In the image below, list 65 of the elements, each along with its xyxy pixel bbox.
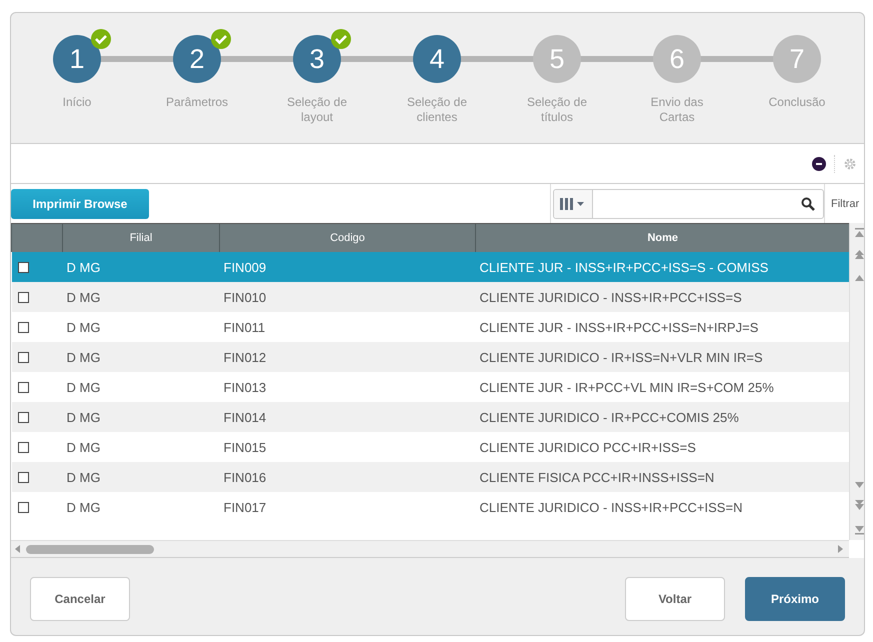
table-cell: FIN013 (220, 372, 476, 402)
row-checkbox[interactable] (18, 262, 28, 272)
column-header[interactable]: Codigo (220, 224, 476, 252)
table-cell: D MG (62, 402, 220, 432)
table-cell: FIN011 (220, 312, 476, 342)
table-cell: D MG (62, 432, 220, 462)
print-button[interactable]: Imprimir Browse (11, 188, 149, 218)
cancel-button[interactable]: Cancelar (30, 577, 130, 621)
row-checkbox[interactable] (18, 442, 28, 452)
table-cell: FIN015 (220, 432, 476, 462)
table-cell: CLIENTE FISICA PCC+IR+INSS+ISS=N (476, 462, 850, 492)
table-cell: FIN010 (220, 282, 476, 312)
checkmark-icon (91, 29, 111, 49)
step-label: Seleção de clientes (406, 95, 468, 125)
table-cell: D MG (62, 282, 220, 312)
checkmark-icon (331, 29, 351, 49)
search-icon[interactable] (801, 196, 815, 210)
table-cell: D MG (62, 342, 220, 372)
step-label: Envio das Cartas (650, 95, 704, 125)
table-cell: CLIENTE JURIDICO - IR+ISS=N+VLR MIN IR=S (476, 342, 850, 372)
table-cell: FIN012 (220, 342, 476, 372)
step-number: 7 (789, 46, 805, 72)
search-field[interactable] (553, 188, 824, 218)
row-checkbox[interactable] (18, 382, 28, 392)
step-label: Conclusão (768, 95, 826, 110)
step-number: 2 (189, 46, 205, 72)
columns-icon (560, 198, 586, 210)
table-cell: CLIENTE JUR - INSS+IR+PCC+ISS=N+IRPJ=S (476, 312, 850, 342)
table-cell: FIN017 (220, 492, 476, 522)
column-header[interactable]: Nome (476, 224, 850, 252)
table-cell: D MG (62, 372, 220, 402)
step-number: 3 (309, 46, 325, 72)
row-checkbox[interactable] (18, 352, 28, 362)
table-cell: D MG (62, 252, 220, 282)
table-cell: CLIENTE JURIDICO - INSS+IR+PCC+ISS=N (476, 492, 850, 522)
next-button[interactable]: Próximo (745, 577, 845, 621)
table-cell: FIN014 (220, 402, 476, 432)
table-cell: FIN016 (220, 462, 476, 492)
row-checkbox[interactable] (18, 412, 28, 422)
step-label: Seleção de layout (286, 95, 348, 125)
step-number: 6 (669, 46, 685, 72)
step-label: Parâmetros (164, 95, 230, 110)
checkmark-icon (211, 29, 231, 49)
back-button[interactable]: Voltar (625, 577, 725, 621)
row-checkbox[interactable] (18, 472, 28, 482)
row-checkbox[interactable] (18, 292, 28, 302)
step-number: 5 (549, 46, 565, 72)
step-number: 1 (69, 46, 85, 72)
row-checkbox[interactable] (18, 322, 28, 332)
table-cell: D MG (62, 492, 220, 522)
step-label: Seleção de títulos (526, 95, 588, 125)
column-header[interactable]: Filial (62, 224, 220, 252)
row-checkbox[interactable] (18, 502, 28, 512)
table-cell: FIN009 (220, 252, 476, 282)
table-cell: CLIENTE JURIDICO PCC+IR+ISS=S (476, 432, 850, 462)
step-label: Início (62, 95, 92, 110)
table-cell: CLIENTE JURIDICO - IR+PCC+COMIS 25% (476, 402, 850, 432)
columns-dropdown[interactable] (554, 190, 593, 218)
table-cell: CLIENTE JUR - IR+PCC+VL MIN IR=S+COM 25% (476, 372, 850, 402)
table-cell: D MG (62, 462, 220, 492)
status-icon[interactable] (812, 156, 826, 170)
table-cell: D MG (62, 312, 220, 342)
step-number: 4 (429, 46, 445, 72)
table-cell: CLIENTE JUR - INSS+IR+PCC+ISS=S - COMISS (476, 252, 850, 282)
table-cell: CLIENTE JURIDICO - INSS+IR+PCC+ISS=S (476, 282, 850, 312)
